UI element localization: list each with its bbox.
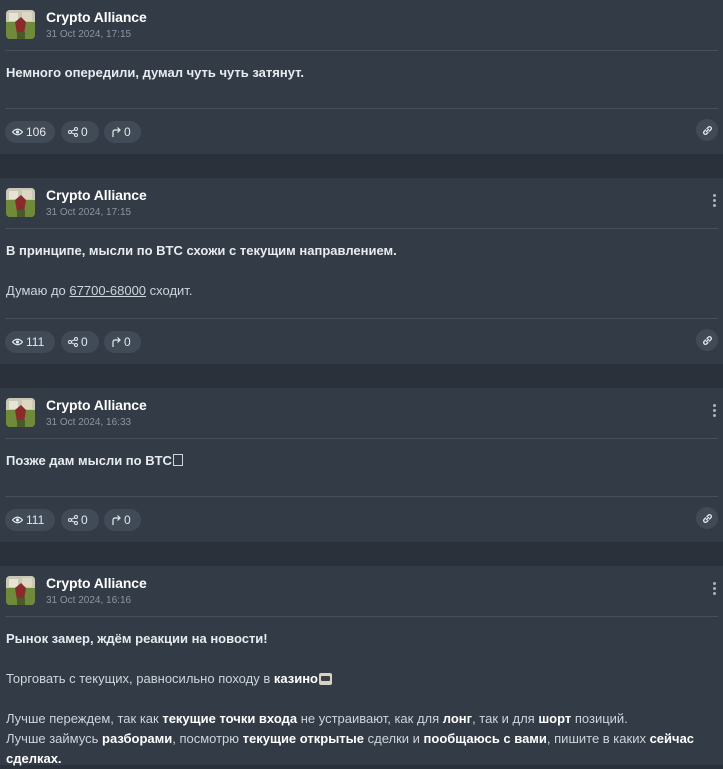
missing-glyph-icon	[172, 454, 183, 466]
post-line: позиций.	[571, 711, 628, 726]
views-counter[interactable]: 111	[5, 331, 55, 353]
post-line: , пишите в каких	[546, 731, 650, 746]
post-timestamp: 31 Oct 2024, 16:33	[46, 417, 132, 428]
post-header: Crypto Alliance 31 Oct 2024, 16:16	[5, 566, 718, 617]
post-text: Позже дам мысли по BTC	[0, 439, 723, 471]
post-bold: текущие точки входа	[162, 711, 298, 726]
post-author[interactable]: Crypto Alliance	[46, 9, 147, 25]
post-header: Crypto Alliance 31 Oct 2024, 17:15	[5, 0, 718, 51]
post-line: В принципе, мысли по BTC схожи с текущим…	[6, 243, 397, 258]
post-footer: 111 0 0	[5, 496, 718, 543]
post-bold: шорт	[538, 711, 572, 726]
copy-link-button[interactable]	[696, 119, 718, 141]
post-text: Рынок замер, ждём реакции на новости! То…	[0, 617, 723, 769]
post-footer: 106 0 0	[5, 108, 718, 155]
forward-counter[interactable]: 0	[104, 121, 141, 143]
post-line: сходит.	[146, 283, 193, 298]
forward-count: 0	[124, 125, 131, 139]
post-line: Лучше переждем, так как	[6, 711, 163, 726]
post-header: Crypto Alliance 31 Oct 2024, 17:15	[5, 178, 718, 229]
views-count: 111	[26, 513, 45, 527]
price-link[interactable]: 67700-68000	[69, 283, 146, 298]
post-line: Лучше займусь	[6, 731, 102, 746]
forward-counter[interactable]: 0	[104, 331, 141, 353]
post-line: Позже дам мысли по BTC	[6, 453, 172, 468]
more-vertical-icon[interactable]	[708, 582, 720, 602]
views-counter[interactable]: 111	[5, 509, 55, 531]
share-counter[interactable]: 0	[61, 509, 99, 531]
post-card: Crypto Alliance 31 Oct 2024, 16:16 Рынок…	[0, 566, 723, 766]
link-icon	[702, 125, 712, 135]
views-count: 106	[26, 125, 47, 139]
forward-count: 0	[124, 335, 131, 349]
post-text: Немного опередили, думал чуть чуть затян…	[0, 51, 723, 83]
post-text: В принципе, мысли по BTC схожи с текущим…	[0, 229, 723, 301]
post-bold: текущие открытые	[242, 731, 365, 746]
post-line: Думаю до	[6, 283, 70, 298]
forward-count: 0	[124, 513, 131, 527]
avatar[interactable]	[6, 576, 35, 605]
avatar[interactable]	[6, 188, 35, 217]
post-line: Рынок замер, ждём реакции на новости!	[6, 631, 268, 646]
more-vertical-icon[interactable]	[708, 194, 720, 214]
slot-machine-icon	[319, 673, 332, 685]
post-bold: сейчас	[649, 731, 695, 746]
share-count: 0	[81, 513, 88, 527]
post-line: не устраивают, как для	[297, 711, 443, 726]
share-counter[interactable]: 0	[61, 121, 99, 143]
post-card: Crypto Alliance 31 Oct 2024, 17:15 Немно…	[0, 0, 723, 154]
views-counter[interactable]: 106	[5, 121, 55, 143]
forward-icon	[112, 337, 121, 347]
post-bold: сделках.	[6, 751, 62, 766]
post-header: Crypto Alliance 31 Oct 2024, 16:33	[5, 388, 718, 439]
avatar[interactable]	[6, 398, 35, 427]
forward-icon	[112, 127, 121, 137]
eye-icon	[12, 516, 23, 524]
share-icon	[68, 127, 78, 137]
share-count: 0	[81, 335, 88, 349]
share-icon	[68, 515, 78, 525]
post-line: Немного опередили, думал чуть чуть затян…	[6, 65, 304, 80]
post-author[interactable]: Crypto Alliance	[46, 397, 147, 413]
post-card: Crypto Alliance 31 Oct 2024, 17:15 В при…	[0, 178, 723, 364]
post-bold: лонг	[442, 711, 473, 726]
post-line: Торговать с текущих, равносильно походу …	[6, 671, 274, 686]
post-footer: 111 0 0	[5, 318, 718, 365]
share-count: 0	[81, 125, 88, 139]
avatar[interactable]	[6, 10, 35, 39]
forward-counter[interactable]: 0	[104, 509, 141, 531]
link-icon	[702, 513, 712, 523]
share-icon	[68, 337, 78, 347]
forward-icon	[112, 515, 121, 525]
post-line: , так и для	[472, 711, 539, 726]
copy-link-button[interactable]	[696, 329, 718, 351]
channel-feed: Crypto Alliance 31 Oct 2024, 17:15 Немно…	[0, 0, 723, 766]
eye-icon	[12, 338, 23, 346]
post-timestamp: 31 Oct 2024, 17:15	[46, 29, 132, 40]
post-timestamp: 31 Oct 2024, 17:15	[46, 207, 132, 218]
post-bold: разборами	[102, 731, 173, 746]
post-card: Crypto Alliance 31 Oct 2024, 16:33 Позже…	[0, 388, 723, 542]
post-line: , посмотрю	[172, 731, 243, 746]
post-author[interactable]: Crypto Alliance	[46, 187, 147, 203]
post-author[interactable]: Crypto Alliance	[46, 575, 147, 591]
share-counter[interactable]: 0	[61, 331, 99, 353]
link-icon	[702, 335, 712, 345]
post-bold: пообщаюсь с вами	[423, 731, 547, 746]
more-vertical-icon[interactable]	[708, 404, 720, 424]
views-count: 111	[26, 335, 45, 349]
eye-icon	[12, 128, 23, 136]
post-line: сделки и	[364, 731, 424, 746]
post-timestamp: 31 Oct 2024, 16:16	[46, 595, 132, 606]
copy-link-button[interactable]	[696, 507, 718, 529]
post-bold: казино	[273, 671, 318, 686]
